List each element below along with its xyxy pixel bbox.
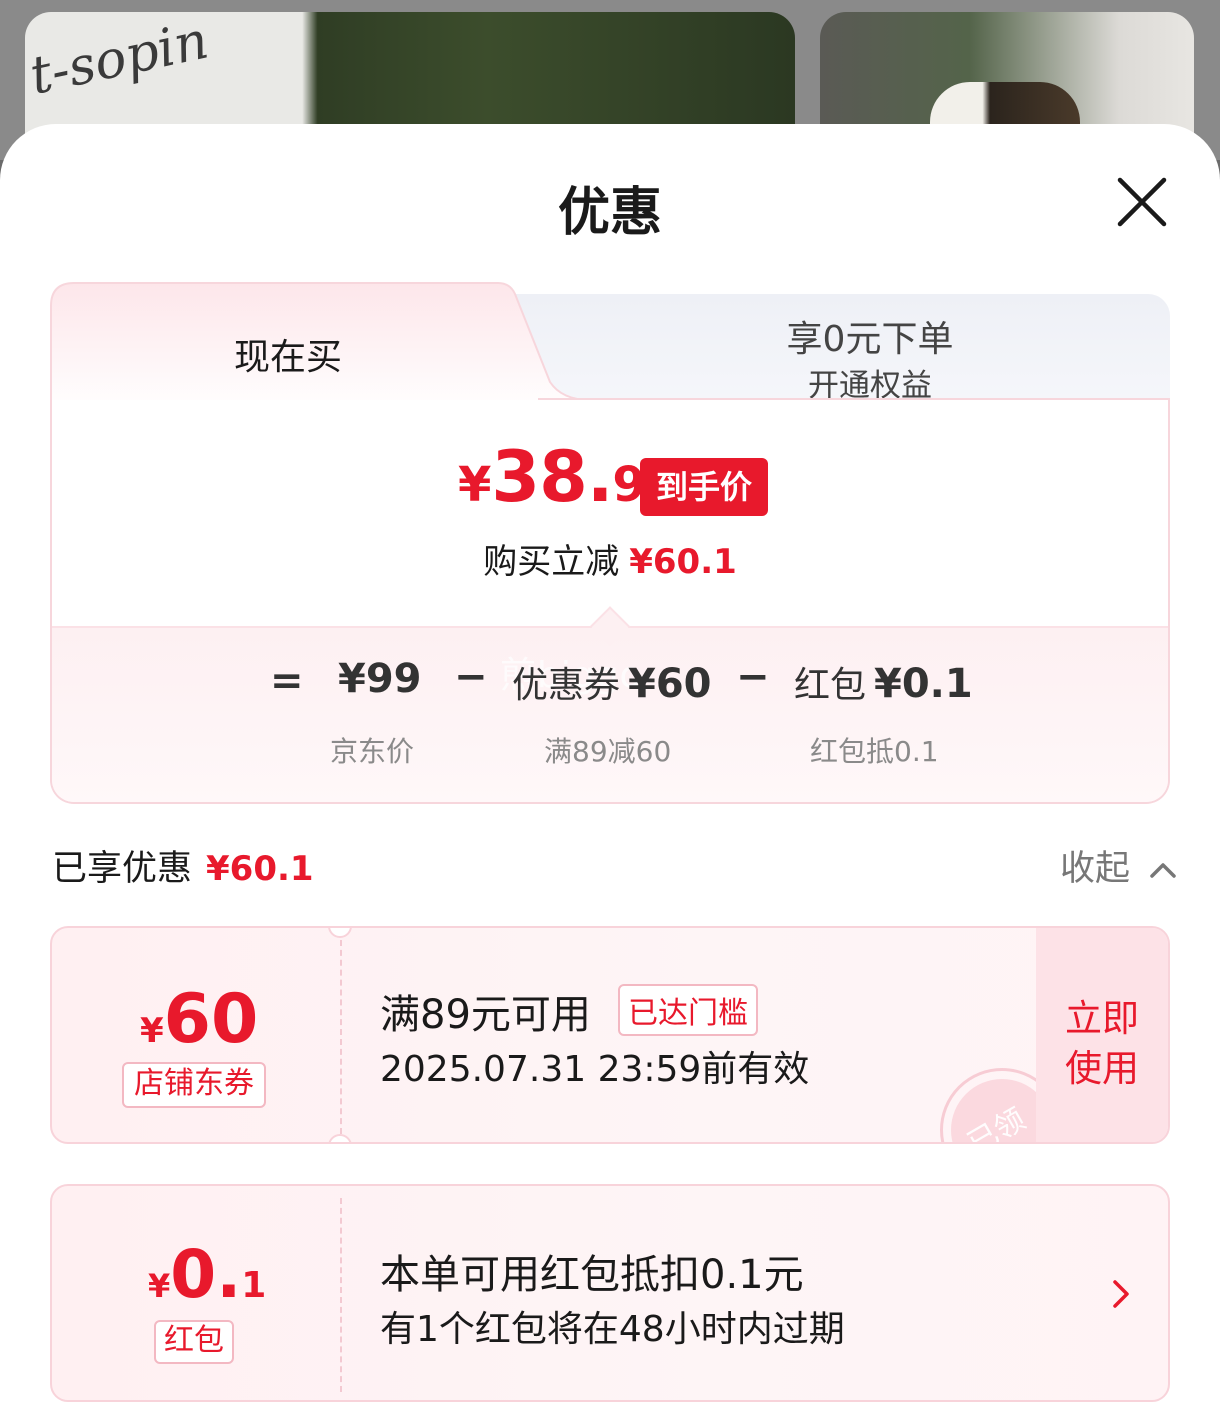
coupon-card[interactable]: ¥60 店铺东券 满89元可用 已达门槛 2025.07.31 23:59前有效… xyxy=(50,926,1170,1144)
instant-saving: 购买立减 ¥60.1 xyxy=(52,534,1168,583)
coupon-type-tag: 店铺东券 xyxy=(122,1062,266,1108)
chevron-up-icon xyxy=(1150,863,1176,878)
formula-equals: = xyxy=(270,658,304,704)
redpacket-card[interactable]: ¥0.1 红包 本单可用红包抵扣0.1元 有1个红包将在48小时内过期 xyxy=(50,1184,1170,1402)
enjoyed-label: 已享优惠 xyxy=(52,849,193,889)
redpacket-expiry-note: 有1个红包将在48小时内过期 xyxy=(380,1309,845,1350)
final-price-integer: 38. xyxy=(491,436,613,518)
tab-buy-now[interactable]: 现在买 xyxy=(50,282,610,412)
coupon-validity: 2025.07.31 23:59前有效 xyxy=(380,1049,810,1090)
final-price-currency: ¥ xyxy=(458,457,492,513)
redpacket-divider xyxy=(340,1198,342,1392)
formula-coupon: 优惠券 ¥60 xyxy=(512,656,712,708)
collapse-button[interactable]: 收起 xyxy=(1060,840,1177,891)
close-icon xyxy=(1117,177,1167,227)
tab-buy-now-label: 现在买 xyxy=(233,337,342,378)
coupon-title: 满89元可用 xyxy=(380,992,591,1038)
background-brand-script: t-sopin xyxy=(25,12,214,107)
use-now-label-1: 立即 xyxy=(1065,997,1139,1040)
price-panel-body: ¥38.9 到手价 购买立减 ¥60.1 煎biggo = ¥99 − 优惠券 ¥6… xyxy=(50,400,1170,804)
coupon-currency: ¥ xyxy=(140,1011,164,1051)
coupon-amount: ¥60 xyxy=(140,980,258,1059)
use-now-label-2: 使用 xyxy=(1065,1047,1139,1090)
formula-redpacket-value: ¥0.1 xyxy=(874,661,973,707)
redpacket-currency: ¥ xyxy=(148,1267,171,1305)
redpacket-decimal: 1 xyxy=(241,1265,267,1306)
formula-coupon-value: ¥60 xyxy=(628,661,712,707)
threshold-badge: 已达门槛 xyxy=(618,984,758,1036)
coupon-value: 60 xyxy=(163,980,259,1059)
use-now-button[interactable]: 立即 使用 xyxy=(1036,928,1168,1142)
instant-saving-amount: ¥60.1 xyxy=(629,542,737,582)
close-button[interactable] xyxy=(1114,174,1170,230)
formula-redpacket: 红包 ¥0.1 xyxy=(794,656,973,708)
redpacket-integer: 0. xyxy=(170,1236,242,1313)
price-panel: 享0元下单 开通权益 现在买 ¥38.9 到手价 购买立减 ¥60.1 煎big… xyxy=(50,282,1170,804)
coupon-divider xyxy=(340,940,342,1134)
formula-minus: − xyxy=(454,654,488,700)
formula-coupon-label: 满89减60 xyxy=(544,735,672,768)
final-price-tag: 到手价 xyxy=(640,458,768,516)
coupon-notch xyxy=(328,1134,352,1142)
collapse-label: 收起 xyxy=(1060,849,1131,889)
chevron-right-icon[interactable] xyxy=(1106,1276,1136,1312)
discount-sheet: 优惠 享0元下单 开通权益 现在买 ¥38.9 到手价 购买立减 ¥60.1 煎… xyxy=(0,124,1220,1412)
redpacket-amount: ¥0.1 xyxy=(148,1236,266,1313)
formula-minus: − xyxy=(736,654,770,700)
formula-coupon-prefix: 优惠券 xyxy=(512,665,621,706)
formula-jd-price: ¥99 xyxy=(338,656,422,702)
formula-redpacket-label: 红包抵0.1 xyxy=(810,735,939,768)
redpacket-type-tag: 红包 xyxy=(154,1320,234,1364)
final-price: ¥38.9 xyxy=(458,436,646,518)
instant-saving-label: 购买立减 xyxy=(483,542,620,582)
coupon-notch xyxy=(328,928,352,938)
enjoyed-amount: ¥60.1 xyxy=(206,849,314,889)
enjoyed-discount: 已享优惠 ¥60.1 xyxy=(52,840,314,891)
sheet-title: 优惠 xyxy=(557,183,662,243)
formula-redpacket-prefix: 红包 xyxy=(794,665,867,706)
redpacket-title: 本单可用红包抵扣0.1元 xyxy=(380,1252,804,1298)
formula-jd-price-label: 京东价 xyxy=(330,735,415,768)
